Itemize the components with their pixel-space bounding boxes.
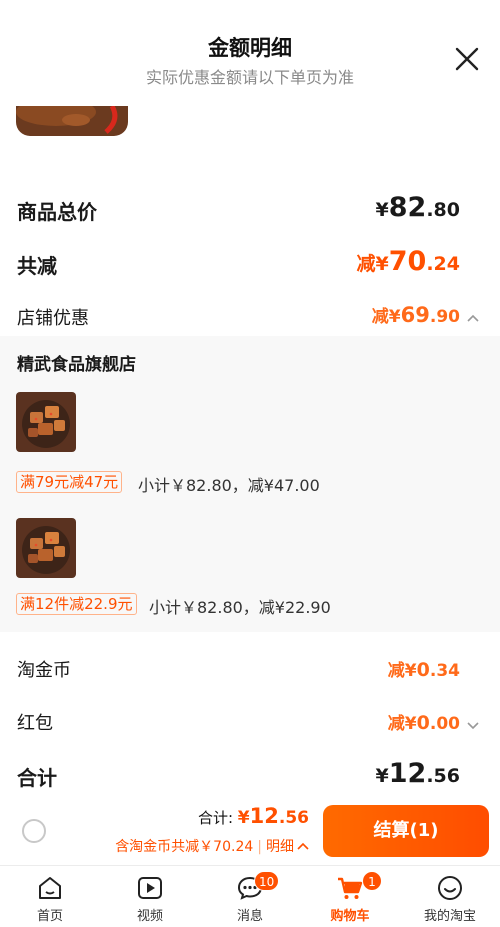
message-badge: 10 xyxy=(254,871,280,891)
tab-message[interactable]: 10 消息 xyxy=(200,866,300,927)
promo-subtotal: 小计￥82.80，减¥22.90 xyxy=(149,598,331,617)
close-icon[interactable] xyxy=(454,46,480,72)
goods-total-value: ¥82.80 xyxy=(375,192,460,223)
chevron-up-icon xyxy=(297,842,309,850)
select-all-checkbox[interactable] xyxy=(22,819,46,843)
redpacket-value: 减¥0.00 xyxy=(388,709,480,734)
sheet-subtitle: 实际优惠金额请以下单页为准 xyxy=(145,68,354,87)
coin-discount-note: 含淘金币共减￥70.24 | 明细 xyxy=(115,836,309,856)
chevron-down-icon xyxy=(467,721,479,729)
goods-image xyxy=(16,392,76,452)
product-image xyxy=(16,106,128,136)
checkout-button[interactable]: 结算(1) xyxy=(323,805,489,857)
shop-discount-row[interactable]: 店铺优惠 减¥69.90 xyxy=(0,296,500,336)
total-discount-row: 共减 减¥70.24 xyxy=(0,242,500,282)
grand-total-value: ¥12.56 xyxy=(375,758,460,789)
tab-home[interactable]: 首页 xyxy=(0,866,100,927)
coin-label: 淘金币 xyxy=(17,660,71,681)
chevron-up-icon xyxy=(467,314,479,322)
detail-toggle[interactable]: 明细 xyxy=(266,839,294,855)
redpacket-row[interactable]: 红包 减¥0.00 xyxy=(0,701,500,741)
sheet-title: 金额明细 xyxy=(208,36,292,60)
grand-total-label: 合计 xyxy=(17,766,57,790)
total-discount-label: 共减 xyxy=(17,254,57,278)
total-discount-value: 减¥70.24 xyxy=(356,246,460,277)
bottom-tab-bar: 首页 视频 10 消息 1 购物车 我的淘宝 xyxy=(0,865,500,927)
shop-discount-value: 减¥69.90 xyxy=(372,302,480,327)
goods-total-label: 商品总价 xyxy=(17,200,97,224)
tab-cart[interactable]: 1 购物车 xyxy=(300,866,400,927)
goods-total-row: 商品总价 ¥82.80 xyxy=(0,188,500,228)
checkout-total: 合计: ¥12.56 xyxy=(197,804,309,828)
promo-tag: 满79元减47元 xyxy=(16,471,123,493)
checkout-bar: 合计: ¥12.56 含淘金币共减￥70.24 | 明细 结算(1) xyxy=(0,794,500,864)
home-icon xyxy=(39,877,61,899)
video-icon xyxy=(138,877,162,899)
promo-tag: 满12件减22.9元 xyxy=(16,593,137,615)
profile-icon xyxy=(438,876,462,900)
amount-detail-sheet: 金额明细 实际优惠金额请以下单页为准 商品总价 ¥82.80 共减 减¥70.2… xyxy=(0,6,500,864)
cart-icon xyxy=(338,877,363,899)
promo-subtotal: 小计￥82.80，减¥47.00 xyxy=(138,476,320,495)
redpacket-label: 红包 xyxy=(17,713,53,734)
sheet-header: 金额明细 实际优惠金额请以下单页为准 xyxy=(0,6,500,106)
goods-image xyxy=(16,518,76,578)
shop-discount-detail: 精武食品旗舰店 满79元减47元 小计￥82.80，减¥47.00 满12件减2… xyxy=(0,336,500,632)
tab-video[interactable]: 视频 xyxy=(100,866,200,927)
cart-badge: 1 xyxy=(362,871,382,891)
coin-row: 淘金币 减¥0.34 xyxy=(0,648,500,688)
shop-discount-label: 店铺优惠 xyxy=(17,308,89,329)
grand-total-row: 合计 ¥12.56 xyxy=(0,754,500,794)
coin-value: 减¥0.34 xyxy=(387,659,460,681)
tab-profile[interactable]: 我的淘宝 xyxy=(400,866,500,927)
shop-name: 精武食品旗舰店 xyxy=(17,355,136,375)
